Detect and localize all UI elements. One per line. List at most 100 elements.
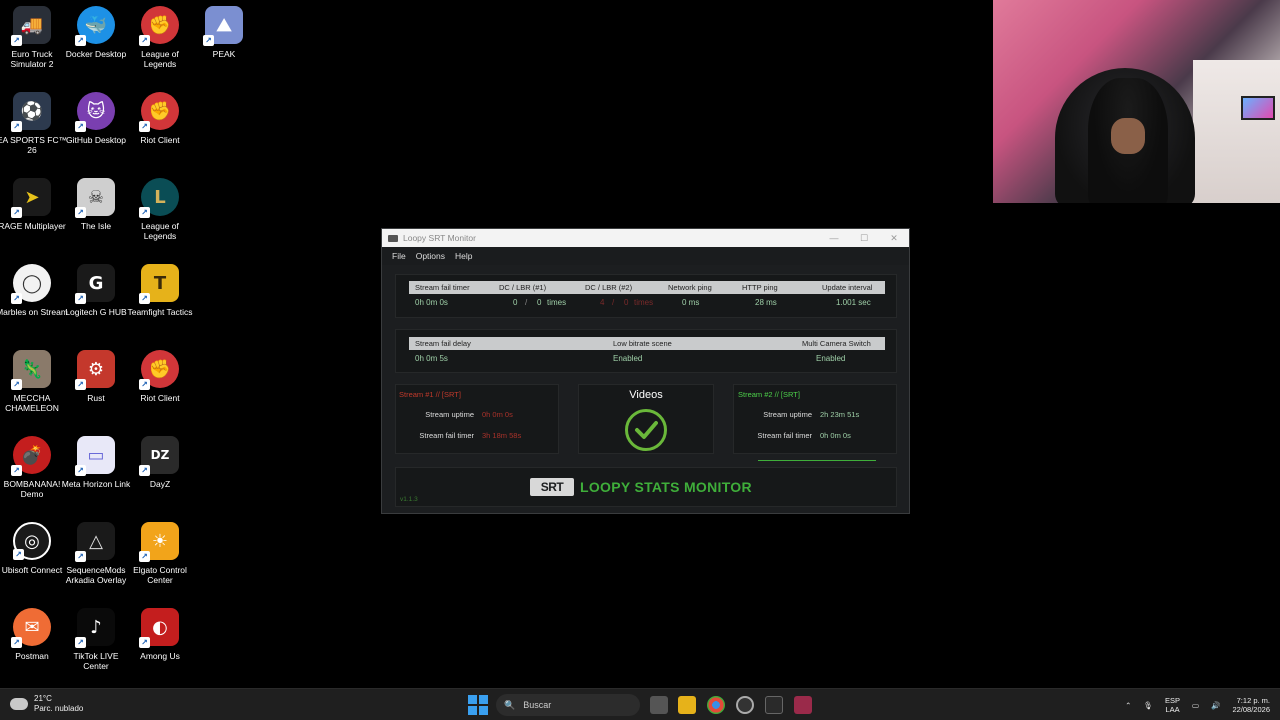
stream1-uptime-row: Stream uptime 0h 0m 0s bbox=[396, 410, 513, 419]
stream2-uptime-label: Stream uptime bbox=[763, 410, 812, 419]
desktop-icon-league-2[interactable]: L ↗ League of Legends bbox=[128, 178, 192, 258]
stream2-panel: Stream #2 // [SRT] Stream uptime 2h 23m 5… bbox=[733, 384, 897, 461]
desktop-icon-the-isle[interactable]: ☠ ↗ The Isle bbox=[64, 178, 128, 258]
stream1-fail-row: Stream fail timer 3h 18m 58s bbox=[396, 431, 521, 440]
desktop-icon-docker[interactable]: 🐳 ↗ Docker Desktop bbox=[64, 6, 128, 86]
srt-logo: SRT bbox=[530, 478, 574, 496]
stream1-title: Stream #1 // [SRT] bbox=[399, 390, 461, 399]
scene-panel: Videos bbox=[578, 384, 714, 454]
desktop-icon-rust[interactable]: ⚙ ↗ Rust bbox=[64, 350, 128, 430]
chrome-icon[interactable] bbox=[707, 696, 725, 714]
stream1-uptime-value: 0h 0m 0s bbox=[482, 410, 513, 419]
riot-icon: ✊ ↗ bbox=[139, 350, 179, 390]
value-multi-camera: Enabled bbox=[816, 354, 846, 363]
desktop-icon-ea-fc[interactable]: ⚽ ↗ EA SPORTS FC™ 26 bbox=[0, 92, 67, 172]
system-tray: ⌃ 🎙 ESP LAA ▭ 🔊 7:12 p. m. 22/08/2026 bbox=[1125, 689, 1280, 720]
app-icon bbox=[388, 234, 398, 242]
desktop-icon-ubisoft[interactable]: ◎ ↗ Ubisoft Connect bbox=[0, 522, 64, 602]
ubisoft-icon: ◎ ↗ bbox=[13, 522, 51, 560]
sequence-icon: △ ↗ bbox=[75, 522, 115, 562]
desktop-icon-riot-1[interactable]: ✊ ↗ Riot Client bbox=[128, 92, 192, 172]
desktop-icon-league-1[interactable]: ✊ ↗ League of Legends bbox=[128, 6, 192, 86]
desktop-icon-among-us[interactable]: ◐ ↗ Among Us bbox=[128, 608, 192, 688]
value-update-interval: 1.001 sec bbox=[836, 298, 871, 307]
minimize-icon[interactable]: — bbox=[819, 229, 849, 247]
desktop-icon-riot-2[interactable]: ✊ ↗ Riot Client bbox=[128, 350, 192, 430]
riot-icon: ✊ ↗ bbox=[139, 92, 179, 132]
srt-monitor-taskbar-icon[interactable] bbox=[765, 696, 783, 714]
desktop-icon-peak[interactable]: ⛰ ↗ PEAK bbox=[192, 6, 256, 86]
maximize-icon[interactable]: ☐ bbox=[849, 229, 879, 247]
desktop-icon-logitech[interactable]: G ↗ Logitech G HUB bbox=[64, 264, 128, 344]
title-bar[interactable]: Loopy SRT Monitor — ☐ ✕ bbox=[382, 229, 909, 247]
desktop-icon-sequencemods[interactable]: △ ↗ SequenceMods Arkadia Overlay bbox=[64, 522, 128, 602]
network-icon[interactable]: ▭ bbox=[1192, 701, 1199, 710]
menu-options[interactable]: Options bbox=[416, 251, 445, 261]
language-indicator[interactable]: ESP LAA bbox=[1165, 696, 1180, 714]
ea-fc-icon: ⚽ ↗ bbox=[11, 92, 51, 132]
menu-file[interactable]: File bbox=[392, 251, 406, 261]
task-view-icon[interactable] bbox=[650, 696, 668, 714]
obs-icon[interactable] bbox=[736, 696, 754, 714]
window-title: Loopy SRT Monitor bbox=[403, 233, 476, 243]
stats-header-row: Stream fail timer DC / LBR (#1) DC / LBR… bbox=[409, 281, 885, 294]
header-network-ping: Network ping bbox=[668, 283, 712, 292]
docker-icon: 🐳 ↗ bbox=[75, 6, 115, 46]
desktop-icon-rage[interactable]: ➤ ↗ RAGE Multiplayer bbox=[0, 178, 66, 258]
rage-icon: ➤ ↗ bbox=[11, 178, 51, 218]
close-icon[interactable]: ✕ bbox=[879, 229, 909, 247]
header-multi-camera: Multi Camera Switch bbox=[802, 339, 871, 348]
desktop-icon-github[interactable]: 🐱 ↗ GitHub Desktop bbox=[64, 92, 128, 172]
desktop-icon-bombanana[interactable]: 💣 ↗ BOMBANANA! Demo bbox=[0, 436, 64, 516]
value-lbr1-unit: times bbox=[547, 298, 567, 307]
desktop-icon-marbles[interactable]: ◯ ↗ Marbles on Stream bbox=[0, 264, 68, 344]
weather-temp: 21°C bbox=[34, 694, 52, 703]
file-explorer-icon[interactable] bbox=[678, 696, 696, 714]
app-taskbar-icon[interactable] bbox=[794, 696, 812, 714]
clock-date: 22/08/2026 bbox=[1232, 705, 1270, 714]
value-dc2: 4 bbox=[600, 298, 605, 307]
desktop-icon-postman[interactable]: ✉ ↗ Postman bbox=[0, 608, 64, 688]
settings-panel: Stream fail delay Low bitrate scene Mult… bbox=[395, 329, 897, 373]
dayz-icon: DZ ↗ bbox=[139, 436, 179, 476]
webcam-monitor bbox=[1241, 96, 1275, 120]
start-button[interactable] bbox=[468, 695, 488, 715]
lol-icon: L ↗ bbox=[139, 178, 179, 218]
app-logo-text: LOOPY STATS MONITOR bbox=[580, 479, 752, 495]
postman-icon: ✉ ↗ bbox=[11, 608, 51, 648]
header-fail-delay: Stream fail delay bbox=[415, 339, 471, 348]
window-controls: — ☐ ✕ bbox=[819, 229, 909, 247]
logo-panel: SRT LOOPY STATS MONITOR v1.1.3 bbox=[395, 467, 897, 507]
desktop-icon-dayz[interactable]: DZ ↗ DayZ bbox=[128, 436, 192, 516]
stream1-uptime-label: Stream uptime bbox=[425, 410, 474, 419]
desktop-icon-tft[interactable]: T ↗ Teamfight Tactics bbox=[127, 264, 193, 344]
header-http-ping: HTTP ping bbox=[742, 283, 778, 292]
desktop-icon-elgato[interactable]: ☀ ↗ Elgato Control Center bbox=[128, 522, 192, 602]
loopy-srt-monitor-window: Loopy SRT Monitor — ☐ ✕ File Options Hel… bbox=[381, 228, 910, 514]
stream2-fail-label: Stream fail timer bbox=[757, 431, 812, 440]
chevron-up-icon[interactable]: ⌃ bbox=[1125, 701, 1131, 710]
stream2-uptime-value: 2h 23m 51s bbox=[820, 410, 860, 419]
desktop-icon-meta-horizon[interactable]: ▭ ↗ Meta Horizon Link bbox=[62, 436, 130, 516]
desktop-icon-euro-truck[interactable]: 🚚 ↗ Euro Truck Simulator 2 bbox=[0, 6, 64, 86]
marbles-icon: ◯ ↗ bbox=[11, 264, 51, 304]
value-network-ping: 0 ms bbox=[682, 298, 700, 307]
value-fail-timer: 0h 0m 0s bbox=[415, 298, 448, 307]
weather-widget[interactable]: 21°C Parc. nublado bbox=[10, 694, 83, 714]
search-icon: 🔍 bbox=[504, 699, 516, 710]
taskbar-search[interactable]: 🔍 Buscar bbox=[496, 694, 640, 716]
volume-icon[interactable]: 🔊 bbox=[1211, 701, 1220, 710]
microphone-icon[interactable]: 🎙 bbox=[1143, 701, 1153, 710]
header-fail-timer: Stream fail timer bbox=[415, 283, 470, 292]
logitech-icon: G ↗ bbox=[75, 264, 115, 304]
desktop-icon-meccha[interactable]: 🦎 ↗ MECCHA CHAMELEON bbox=[0, 350, 64, 430]
chameleon-icon: 🦎 ↗ bbox=[11, 350, 51, 390]
desktop-icon-tiktok[interactable]: ♪ ↗ TikTok LIVE Center bbox=[64, 608, 128, 688]
menu-help[interactable]: Help bbox=[455, 251, 472, 261]
clock[interactable]: 7:12 p. m. 22/08/2026 bbox=[1232, 696, 1270, 714]
stream2-title: Stream #2 // [SRT] bbox=[738, 390, 800, 399]
value-dc1-sep: / bbox=[525, 298, 528, 307]
scene-label: Videos bbox=[629, 389, 663, 401]
elgato-icon: ☀ ↗ bbox=[139, 522, 179, 562]
rust-icon: ⚙ ↗ bbox=[75, 350, 115, 390]
